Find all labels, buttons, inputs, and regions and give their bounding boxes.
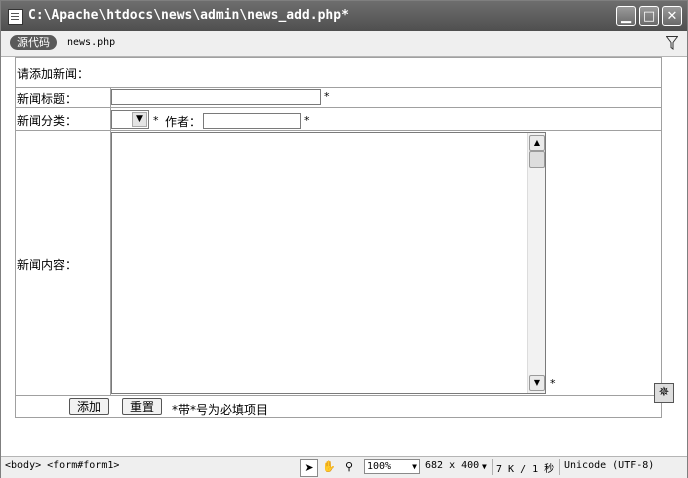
category-label: 新闻分类：	[17, 114, 78, 128]
scroll-down-icon[interactable]: ▼	[529, 375, 545, 391]
add-button[interactable]: 添加	[69, 398, 109, 415]
news-content-textarea[interactable]: ▲ ▼	[111, 132, 546, 394]
chevron-down-icon[interactable]: ▼	[482, 462, 487, 471]
scroll-up-icon[interactable]: ▲	[529, 135, 545, 151]
download-size: 7 K / 1 秒	[496, 464, 555, 475]
form-heading: 请添加新闻：	[17, 67, 90, 81]
hand-tool-icon[interactable]: ✋	[321, 459, 337, 475]
chevron-down-icon: ▼	[412, 462, 417, 471]
maximize-button[interactable]: □	[639, 6, 659, 26]
title-label: 新闻标题：	[17, 92, 78, 106]
design-view: 请添加新闻： 新闻标题： * 新闻分类： ▼ * 作者： * 新闻内容： ▲ ▼	[1, 57, 687, 454]
encoding: Unicode (UTF-8)	[564, 460, 655, 471]
chevron-down-icon[interactable]: ▼	[132, 112, 147, 127]
window-title: C:\Apache\htdocs\news\admin\news_add.php…	[28, 8, 349, 23]
minimize-button[interactable]: ▁	[616, 6, 636, 26]
zoom-select[interactable]: 100% ▼	[364, 459, 420, 474]
app-window: C:\Apache\htdocs\news\admin\news_add.php…	[0, 0, 688, 478]
document-icon	[8, 9, 23, 25]
window-size[interactable]: 682 x 400	[425, 460, 479, 471]
content-label: 新闻内容：	[17, 258, 78, 272]
scroll-thumb[interactable]	[529, 151, 545, 168]
zoom-value: 100%	[367, 461, 392, 472]
required-note: *带*号为必填项目	[172, 403, 269, 417]
required-mark: *	[324, 90, 330, 103]
author-label: 作者：	[165, 115, 202, 129]
news-title-input[interactable]	[111, 89, 321, 105]
required-mark: *	[550, 377, 556, 390]
heading-cell	[15, 57, 662, 88]
zoom-tool-icon[interactable]: ⚲	[341, 459, 357, 475]
reset-button[interactable]: 重置	[122, 398, 162, 415]
required-mark: *	[153, 114, 159, 127]
filter-icon[interactable]	[666, 36, 678, 50]
document-toolbar: 源代码 news.php	[1, 31, 687, 57]
title-bar[interactable]: C:\Apache\htdocs\news\admin\news_add.php…	[1, 1, 687, 31]
divider	[492, 459, 493, 475]
vertical-scrollbar[interactable]: ▲ ▼	[527, 133, 545, 393]
author-input[interactable]	[203, 113, 301, 129]
category-select[interactable]: ▼	[111, 110, 149, 129]
close-button[interactable]: ✕	[662, 6, 682, 26]
pointer-tool-icon[interactable]: ➤	[300, 459, 318, 477]
buttons-cell	[15, 395, 662, 418]
status-bar: <body> <form#form1> ➤ ✋ ⚲ 100% ▼ 682 x 4…	[1, 456, 687, 478]
required-mark: *	[304, 114, 310, 127]
gear-icon[interactable]: ✵	[654, 383, 674, 403]
divider	[559, 459, 560, 475]
source-code-tab[interactable]: 源代码	[10, 35, 57, 50]
tag-selector[interactable]: <body> <form#form1>	[5, 460, 119, 471]
related-file-tab[interactable]: news.php	[67, 37, 115, 48]
